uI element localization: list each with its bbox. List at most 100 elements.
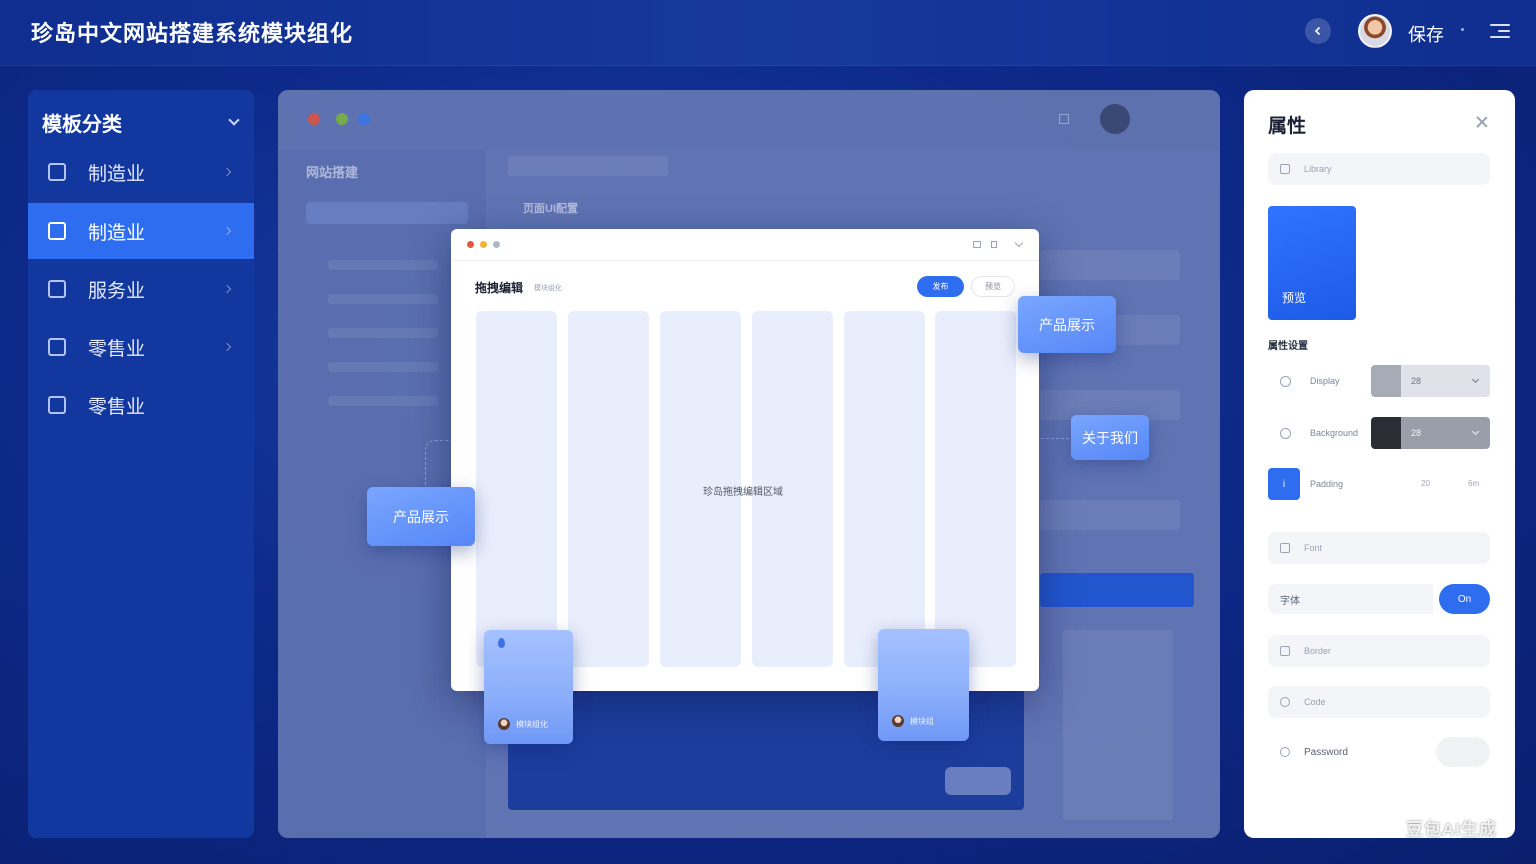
border-icon xyxy=(1280,646,1290,656)
watermark: 豆包AI生成 xyxy=(1406,820,1497,839)
info-icon[interactable]: i xyxy=(1268,468,1300,500)
split-icon[interactable] xyxy=(991,241,997,248)
chevron-left-icon xyxy=(1314,26,1321,36)
module-card-tall-right[interactable]: 模块组 xyxy=(878,629,969,741)
window-minimize-dot[interactable] xyxy=(480,241,487,248)
arrow-icon xyxy=(222,342,232,352)
workspace-left-selected xyxy=(306,202,468,224)
avatar xyxy=(498,718,510,730)
module-card-product-left[interactable]: 产品展示 xyxy=(367,487,475,546)
code-field[interactable]: Code xyxy=(1268,686,1490,718)
border-field[interactable]: Border xyxy=(1268,635,1490,667)
background-select[interactable]: 28 xyxy=(1401,417,1490,449)
password-label: Password xyxy=(1304,746,1348,758)
padding-value[interactable]: 20 xyxy=(1421,479,1430,488)
property-row-display: Display 28 xyxy=(1268,365,1490,399)
password-toggle[interactable] xyxy=(1436,737,1490,767)
placeholder-list xyxy=(1063,630,1173,820)
text-setting-row[interactable]: 字体 xyxy=(1268,584,1433,614)
sidebar-item-label: 制造业 xyxy=(88,222,146,244)
window-maximize-dot xyxy=(358,113,370,125)
color-swatch-gray[interactable] xyxy=(1371,365,1401,397)
placeholder-field xyxy=(1040,250,1180,280)
lock-icon xyxy=(48,396,66,414)
separator-dot xyxy=(1461,28,1464,31)
save-button[interactable]: 保存 xyxy=(1408,21,1444,47)
text-toggle-button[interactable]: On xyxy=(1439,584,1490,614)
sidebar-item-service[interactable]: 服务业 xyxy=(28,261,254,317)
placeholder-row xyxy=(328,260,438,270)
workspace-left-title: 网站搭建 xyxy=(306,165,359,180)
sidebar-item-retail[interactable]: 零售业 xyxy=(28,319,254,375)
code-field-label: Code xyxy=(1304,697,1326,707)
layout-column[interactable] xyxy=(935,311,1016,667)
eye-icon xyxy=(1280,747,1290,757)
user-avatar[interactable] xyxy=(1358,14,1392,48)
property-row-background: Background 28 xyxy=(1268,417,1490,451)
workspace-toolbar xyxy=(278,90,1220,150)
menu-icon[interactable] xyxy=(1490,20,1510,40)
card-footer: 模块组化 xyxy=(498,718,548,730)
arrow-icon xyxy=(222,226,232,236)
drop-icon xyxy=(498,638,505,648)
home-icon xyxy=(48,163,66,181)
window-close-dot xyxy=(308,113,320,125)
arrow-icon xyxy=(222,284,232,294)
layout-column[interactable] xyxy=(476,311,557,667)
font-field[interactable]: Font xyxy=(1268,532,1490,564)
sidebar-item-manufacturing-active[interactable]: 制造业 xyxy=(28,203,254,259)
color-swatch-dark[interactable] xyxy=(1371,417,1401,449)
password-row: Password xyxy=(1268,737,1428,767)
back-button[interactable] xyxy=(1305,18,1331,44)
card-footer: 模块组 xyxy=(892,715,934,727)
card-footer-label: 模块组化 xyxy=(516,719,548,729)
canvas-title: 拖拽编辑 xyxy=(475,281,524,295)
padding-extra[interactable]: 6m xyxy=(1468,479,1479,488)
library-search-field[interactable]: Library xyxy=(1268,153,1490,185)
properties-title: 属性 xyxy=(1268,116,1307,137)
select-value: 28 xyxy=(1411,376,1422,386)
preview-label: 预览 xyxy=(1282,291,1307,305)
canvas-placeholder-text: 珍岛拖拽编辑区域 xyxy=(703,487,783,498)
preview-tile[interactable]: 预览 xyxy=(1268,206,1356,320)
layout-column[interactable] xyxy=(568,311,649,667)
sidebar-item-retail-2[interactable]: 零售业 xyxy=(28,377,254,433)
app-title: 珍岛中文网站搭建系统模块组化 xyxy=(31,21,354,46)
workspace-confirm-button xyxy=(1040,573,1194,607)
layout-column[interactable] xyxy=(844,311,925,667)
property-label: Background xyxy=(1310,428,1359,438)
sidebar-item-label: 制造业 xyxy=(88,163,146,185)
display-icon xyxy=(1280,376,1291,387)
store-icon xyxy=(48,338,66,356)
window-maximize-dot[interactable] xyxy=(493,241,500,248)
editor-canvas-window: 拖拽编辑 模块组化 发布 预览 珍岛拖拽编辑区域 xyxy=(451,229,1039,691)
module-card-product[interactable]: 产品展示 xyxy=(1018,296,1116,353)
display-select[interactable]: 28 xyxy=(1401,365,1490,397)
arrow-icon xyxy=(222,167,232,177)
properties-panel: 属性 Library 预览 属性设置 Display 28 Background… xyxy=(1244,90,1515,838)
paint-icon xyxy=(1280,428,1291,439)
service-icon xyxy=(48,280,66,298)
close-icon[interactable] xyxy=(1475,115,1489,129)
window-close-dot[interactable] xyxy=(467,241,474,248)
chevron-down-icon xyxy=(228,114,240,126)
sidebar-header[interactable]: 模板分类 xyxy=(42,102,240,142)
module-card-tall-left[interactable]: 模块组化 xyxy=(484,630,573,744)
window-icon[interactable] xyxy=(973,241,981,248)
publish-button[interactable]: 发布 xyxy=(917,276,964,297)
font-icon xyxy=(1280,543,1290,553)
font-field-label: Font xyxy=(1304,543,1323,553)
chevron-down-icon xyxy=(1471,375,1480,384)
card-footer-label: 模块组 xyxy=(910,716,934,726)
top-bar: 珍岛中文网站搭建系统模块组化 保存 xyxy=(0,0,1536,66)
preview-button[interactable]: 预览 xyxy=(971,276,1015,297)
avatar xyxy=(892,715,904,727)
property-label: Padding xyxy=(1310,479,1344,489)
sidebar-item-label: 服务业 xyxy=(88,280,146,302)
properties-section-label: 属性设置 xyxy=(1268,341,1308,352)
home-icon xyxy=(1059,114,1069,124)
sidebar-item-manufacturing[interactable]: 制造业 xyxy=(28,144,254,200)
placeholder-row xyxy=(328,396,438,406)
text-setting-label: 字体 xyxy=(1280,595,1300,607)
module-card-about[interactable]: 关于我们 xyxy=(1071,415,1149,460)
